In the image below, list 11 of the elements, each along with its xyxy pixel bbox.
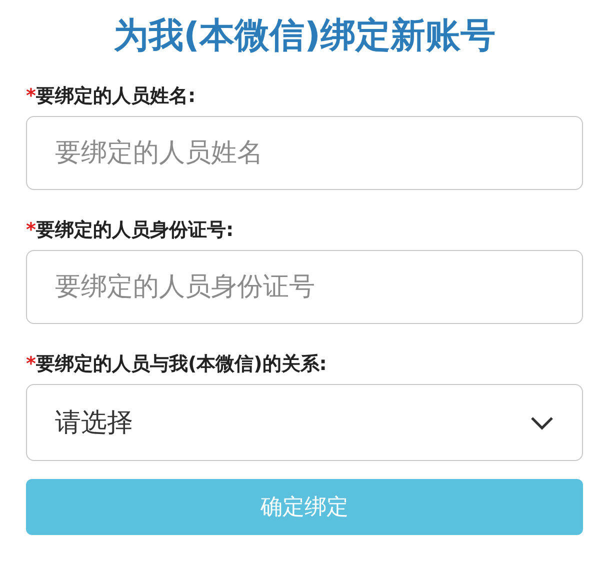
field-label: 要绑定的人员身份证号: bbox=[36, 218, 234, 242]
input-field[interactable]: 要绑定的人员姓名 bbox=[26, 116, 583, 190]
field-label: 要绑定的人员与我(本微信)的关系: bbox=[36, 352, 327, 376]
required-asterisk: * bbox=[26, 352, 36, 376]
field-label: 要绑定的人员姓名: bbox=[36, 84, 196, 108]
chevron-down-icon bbox=[530, 416, 554, 430]
relation-dropdown[interactable]: 请选择 bbox=[26, 384, 583, 461]
page-title: 为我(本微信)绑定新账号 bbox=[112, 15, 496, 58]
input-field[interactable]: 要绑定的人员身份证号 bbox=[26, 250, 583, 324]
required-asterisk: * bbox=[26, 84, 36, 108]
required-asterisk: * bbox=[26, 218, 36, 242]
